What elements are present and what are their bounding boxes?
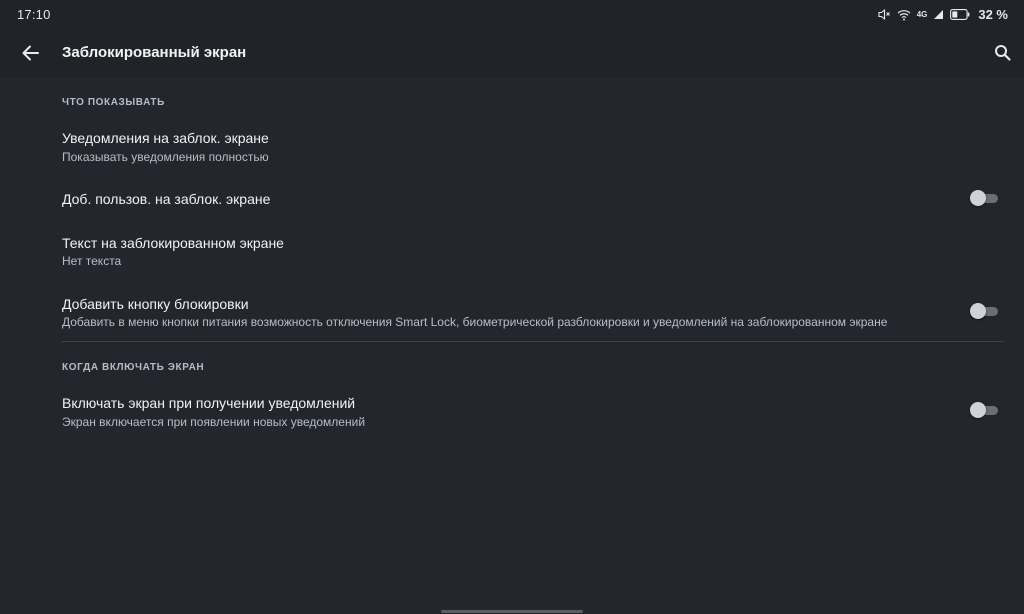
switch-thumb bbox=[970, 190, 986, 206]
pref-lockscreen-notifications[interactable]: Уведомления на заблок. экране Показывать… bbox=[0, 124, 1024, 174]
arrow-left-icon bbox=[22, 45, 39, 61]
pref-add-users-lockscreen[interactable]: Доб. пользов. на заблок. экране bbox=[0, 178, 1024, 218]
pref-title: Доб. пользов. на заблок. экране bbox=[62, 191, 271, 207]
add-users-switch[interactable] bbox=[970, 190, 998, 206]
search-icon bbox=[995, 45, 1011, 61]
pref-lockdown-button[interactable]: Добавить кнопку блокировки Добавить в ме… bbox=[0, 290, 1024, 340]
page-title: Заблокированный экран bbox=[62, 44, 247, 61]
status-bar: 17:10 4G 32 % bbox=[0, 0, 1024, 28]
pref-title: Добавить кнопку блокировки bbox=[62, 296, 249, 312]
section-divider bbox=[62, 341, 1004, 342]
battery-percent: 32 % bbox=[978, 7, 1008, 22]
gesture-navigation-bar[interactable] bbox=[441, 610, 583, 613]
lockdown-switch[interactable] bbox=[970, 303, 998, 319]
network-type-label: 4G bbox=[916, 10, 928, 19]
battery-icon bbox=[950, 9, 970, 20]
wifi-icon bbox=[897, 9, 911, 21]
switch-thumb bbox=[970, 303, 986, 319]
section-header-what-to-show: ЧТО ПОКАЗЫВАТЬ bbox=[62, 97, 165, 108]
pref-summary: Добавить в меню кнопки питания возможнос… bbox=[62, 315, 888, 329]
pref-wake-on-notification[interactable]: Включать экран при получении уведомлений… bbox=[0, 389, 1024, 439]
switch-thumb bbox=[970, 402, 986, 418]
mute-icon bbox=[878, 8, 891, 21]
pref-lockscreen-text[interactable]: Текст на заблокированном экране Нет текс… bbox=[0, 229, 1024, 279]
signal-icon bbox=[933, 9, 944, 20]
status-icons: 4G 32 % bbox=[878, 7, 1008, 22]
app-bar: Заблокированный экран bbox=[0, 28, 1024, 78]
pref-title: Текст на заблокированном экране bbox=[62, 235, 284, 251]
wake-on-notification-switch[interactable] bbox=[970, 402, 998, 418]
search-button[interactable] bbox=[992, 42, 1014, 64]
pref-summary: Нет текста bbox=[62, 254, 122, 268]
back-button[interactable] bbox=[18, 40, 44, 66]
status-time: 17:10 bbox=[17, 7, 51, 22]
pref-title: Уведомления на заблок. экране bbox=[62, 130, 269, 146]
pref-title: Включать экран при получении уведомлений bbox=[62, 395, 356, 411]
section-header-when-to-wake: КОГДА ВКЛЮЧАТЬ ЭКРАН bbox=[62, 362, 205, 373]
pref-summary: Показывать уведомления полностью bbox=[62, 150, 269, 164]
pref-summary: Экран включается при появлении новых уве… bbox=[62, 415, 366, 429]
